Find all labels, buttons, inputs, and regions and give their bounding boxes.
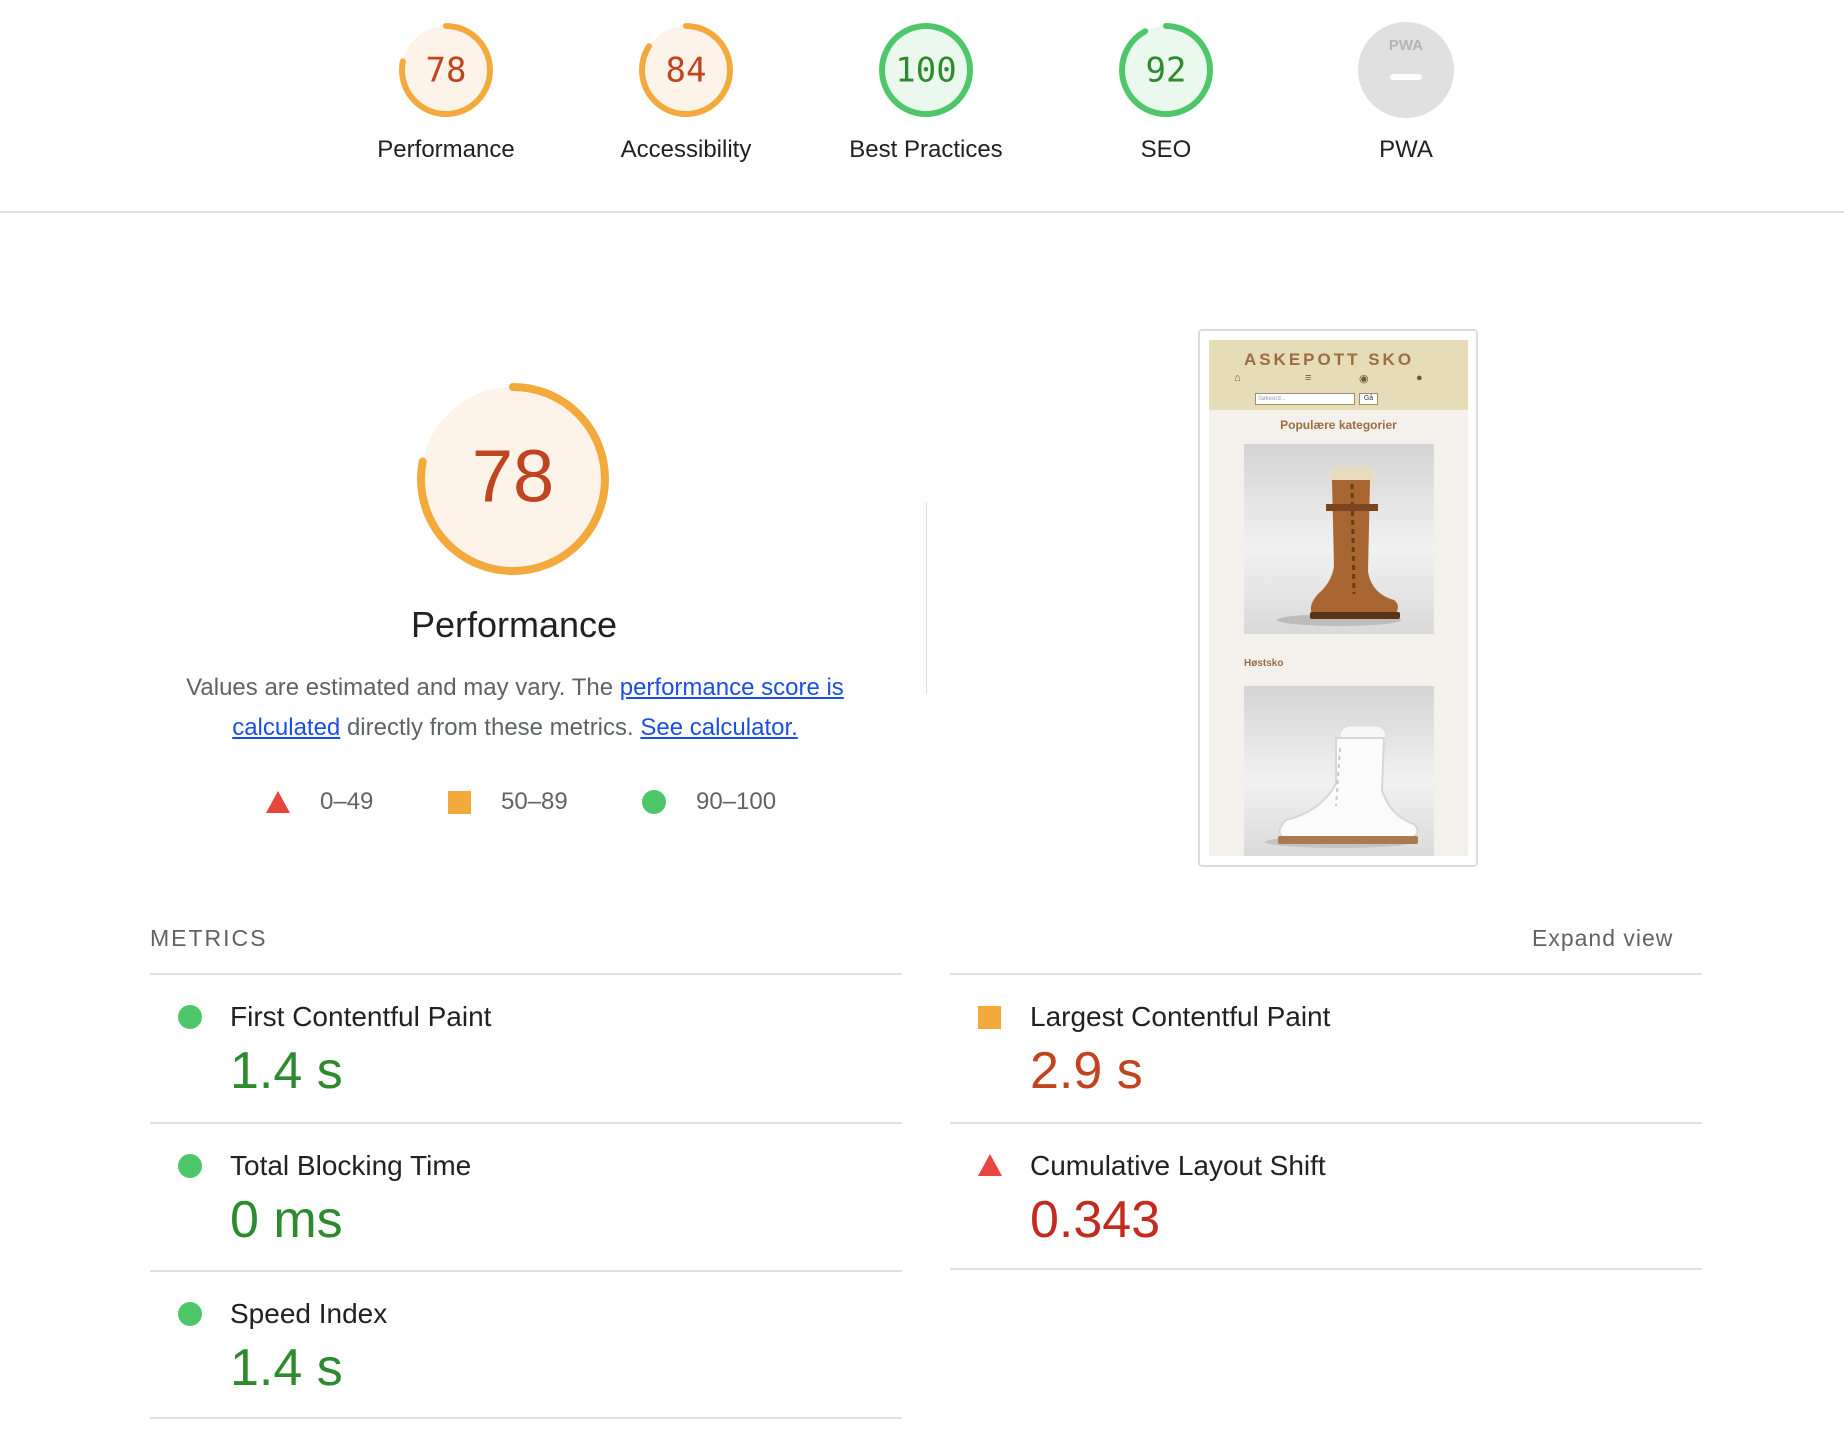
final-screenshot-thumbnail[interactable]: ASKEPOTT SKO ⌂ ≡ ◉ ● Søkeord... Gå Popul… bbox=[1198, 329, 1478, 867]
metric-cumulative-layout-shift: Cumulative Layout Shift 0.343 bbox=[950, 1124, 1702, 1270]
legend-pass-range: 90–100 bbox=[696, 788, 777, 815]
white-boot-icon bbox=[1265, 725, 1419, 848]
performance-score-gauge: 78 bbox=[417, 383, 609, 575]
fail-triangle-icon bbox=[978, 1154, 1002, 1176]
gauge-performance-score: 78 bbox=[426, 51, 467, 91]
legend-average: 50–89 bbox=[448, 788, 568, 816]
brown-boot-image bbox=[1244, 444, 1434, 634]
summary-divider bbox=[926, 502, 927, 694]
gauge-seo-score: 92 bbox=[1146, 51, 1187, 91]
metric-value: 0.343 bbox=[1030, 1191, 1161, 1249]
performance-score-value: 78 bbox=[472, 435, 554, 518]
gauge-best-practices-ring: 100 bbox=[879, 23, 973, 117]
pwa-badge-text: PWA bbox=[1389, 37, 1423, 54]
screenshot-search-button: Gå bbox=[1359, 393, 1378, 405]
home-icon: ⌂ bbox=[1234, 372, 1241, 384]
expand-view-toggle[interactable]: Expand view bbox=[1532, 925, 1673, 952]
metric-divider bbox=[150, 1417, 902, 1419]
gauge-performance-label: Performance bbox=[377, 136, 515, 163]
description-middle: directly from these metrics. bbox=[340, 714, 641, 741]
gauge-accessibility-label: Accessibility bbox=[620, 136, 752, 163]
metric-value: 1.4 s bbox=[230, 1339, 343, 1397]
description-prefix: Values are estimated and may vary. The bbox=[186, 674, 620, 701]
legend-average-range: 50–89 bbox=[501, 788, 568, 815]
screenshot-page: ASKEPOTT SKO ⌂ ≡ ◉ ● Søkeord... Gå Popul… bbox=[1209, 340, 1468, 856]
menu-icon: ≡ bbox=[1305, 372, 1312, 384]
fail-triangle-icon bbox=[266, 791, 290, 813]
metric-total-blocking-time: Total Blocking Time 0 ms bbox=[150, 1124, 902, 1270]
performance-description: Values are estimated and may vary. The p… bbox=[170, 668, 860, 748]
gauge-best-practices-score: 100 bbox=[895, 51, 956, 91]
metric-label: Largest Contentful Paint bbox=[1030, 1001, 1331, 1032]
gauge-seo-label: SEO bbox=[1140, 136, 1192, 163]
screenshot-header: ASKEPOTT SKO ⌂ ≡ ◉ ● Søkeord... Gå bbox=[1209, 340, 1468, 410]
metric-label: First Contentful Paint bbox=[230, 1001, 492, 1032]
screenshot-subheading: Høstsko bbox=[1244, 658, 1284, 669]
average-square-icon bbox=[448, 790, 471, 814]
screenshot-search-field: Søkeord... bbox=[1255, 393, 1355, 405]
metric-value: 0 ms bbox=[230, 1191, 343, 1249]
pwa-badge-icon: PWA bbox=[1358, 22, 1454, 118]
gauge-accessibility-ring: 84 bbox=[639, 23, 733, 117]
metric-value: 2.9 s bbox=[1030, 1042, 1143, 1100]
pass-circle-icon bbox=[642, 790, 666, 814]
metrics-heading: METRICS bbox=[150, 925, 268, 951]
category-score-bar: 78 Performance 84 Accessibility 100 Best… bbox=[0, 0, 1844, 213]
user-icon: ● bbox=[1416, 372, 1423, 384]
white-boot-image bbox=[1244, 686, 1434, 856]
screenshot-heading: Populære kategorier bbox=[1280, 418, 1397, 432]
pass-circle-icon bbox=[178, 1154, 202, 1178]
metric-first-contentful-paint: First Contentful Paint 1.4 s bbox=[150, 975, 902, 1121]
gauge-seo-ring: 92 bbox=[1119, 23, 1213, 117]
gauge-pwa-label: PWA bbox=[1379, 136, 1433, 163]
gauge-pwa[interactable]: PWA PWA bbox=[1286, 20, 1526, 164]
legend-pass: 90–100 bbox=[642, 788, 776, 816]
pass-circle-icon bbox=[178, 1005, 202, 1029]
metric-label: Total Blocking Time bbox=[230, 1150, 472, 1181]
gauge-performance-ring: 78 bbox=[399, 23, 493, 117]
gauge-accessibility[interactable]: 84 Accessibility bbox=[566, 20, 806, 164]
screenshot-brand: ASKEPOTT SKO bbox=[1243, 350, 1415, 369]
metric-largest-contentful-paint: Largest Contentful Paint 2.9 s bbox=[950, 975, 1702, 1121]
metric-label: Cumulative Layout Shift bbox=[1030, 1150, 1326, 1181]
gauge-best-practices[interactable]: 100 Best Practices bbox=[806, 20, 1046, 164]
gauge-performance[interactable]: 78 Performance bbox=[326, 20, 566, 164]
see-calculator-link[interactable]: See calculator. bbox=[640, 714, 797, 741]
metric-value: 1.4 s bbox=[230, 1042, 343, 1100]
pass-circle-icon bbox=[178, 1302, 202, 1326]
metric-label: Speed Index bbox=[230, 1298, 388, 1329]
gauge-accessibility-score: 84 bbox=[666, 51, 707, 91]
score-legend: 0–49 50–89 90–100 bbox=[0, 788, 1844, 818]
performance-title: Performance bbox=[410, 604, 618, 645]
gauge-seo[interactable]: 92 SEO bbox=[1046, 20, 1286, 164]
average-square-icon bbox=[978, 1006, 1001, 1029]
legend-fail: 0–49 bbox=[266, 788, 373, 816]
brown-boot-icon bbox=[1277, 466, 1401, 626]
legend-fail-range: 0–49 bbox=[320, 788, 374, 815]
metric-divider bbox=[950, 1268, 1702, 1270]
metric-speed-index: Speed Index 1.4 s bbox=[150, 1272, 902, 1418]
cart-icon: ◉ bbox=[1359, 373, 1369, 385]
gauge-best-practices-label: Best Practices bbox=[849, 136, 1003, 163]
